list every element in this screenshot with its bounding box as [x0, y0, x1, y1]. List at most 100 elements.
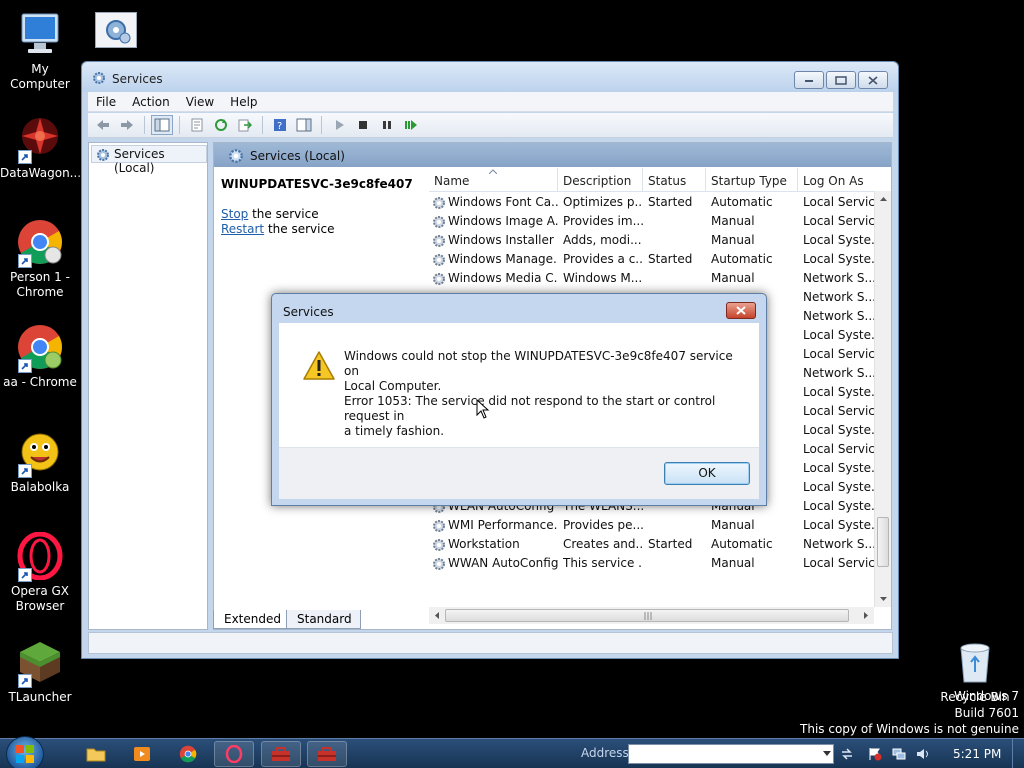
menu-help[interactable]: Help	[222, 95, 265, 109]
network-icon[interactable]	[892, 747, 906, 761]
table-row[interactable]: Workstation Creates and... Started Automati…	[429, 535, 879, 554]
tree-item-label: Services (Local)	[114, 147, 165, 175]
cell-logon: Local Syste...	[803, 423, 879, 437]
show-hide-action-pane-icon[interactable]	[293, 115, 315, 135]
chevron-down-icon[interactable]	[823, 751, 831, 756]
table-row[interactable]: WMI Performance... Provides pe... Manual Lo…	[429, 516, 879, 535]
start-service-icon[interactable]	[328, 115, 350, 135]
desktop-icon-opera-gx[interactable]: Opera GX Browser	[0, 531, 80, 614]
column-header-description[interactable]: Description	[558, 168, 643, 192]
address-input[interactable]	[628, 744, 834, 764]
go-arrows-icon[interactable]	[840, 747, 854, 761]
service-gear-icon	[432, 234, 446, 247]
window-titlebar[interactable]: Services	[82, 62, 898, 92]
chrome-icon	[179, 745, 197, 763]
dialog-close-button[interactable]	[726, 302, 756, 319]
dialog-body: Windows could not stop the WINUPDATESVC-…	[279, 323, 759, 447]
stop-link[interactable]: Stop	[221, 207, 248, 221]
column-header-startup-type[interactable]: Startup Type	[706, 168, 798, 192]
forward-icon[interactable]	[116, 115, 138, 135]
tab-standard[interactable]: Standard	[286, 610, 361, 629]
table-row[interactable]: Windows Installer Adds, modi... Manual Loca…	[429, 231, 879, 250]
close-button[interactable]	[858, 71, 888, 89]
start-button[interactable]	[6, 736, 44, 768]
scroll-left-icon[interactable]	[430, 608, 444, 623]
cell-name: Windows Manage...	[429, 252, 558, 266]
desktop-icon-aa-chrome[interactable]: aa - Chrome	[0, 323, 80, 390]
taskbar-chrome[interactable]	[168, 741, 208, 767]
menu-view[interactable]: View	[178, 95, 222, 109]
menu-action[interactable]: Action	[124, 95, 178, 109]
cell-name: WMI Performance...	[429, 518, 558, 532]
shortcut-arrow-icon	[18, 464, 32, 478]
view-tabs: Extended Standard	[213, 610, 361, 630]
table-row[interactable]: Windows Image A... Provides im... Manual Lo…	[429, 212, 879, 231]
table-row[interactable]: Windows Font Ca... Optimizes p... Started A…	[429, 193, 879, 212]
dialog-footer: OK	[279, 447, 759, 499]
taskbar-services-1[interactable]	[261, 741, 301, 767]
desktop-icon-my-computer[interactable]: My Computer	[0, 10, 80, 92]
cell-name: Workstation	[429, 537, 558, 551]
volume-icon[interactable]	[916, 747, 930, 761]
menu-file[interactable]: File	[88, 95, 124, 109]
column-header-name[interactable]: Name	[429, 168, 558, 192]
desktop-icon-balabolka[interactable]: Balabolka	[0, 428, 80, 495]
tree-item-services-local[interactable]: Services (Local)	[91, 145, 207, 175]
desktop-icon-person1-chrome[interactable]: Person 1 - Chrome	[0, 218, 80, 300]
grass-block-icon	[16, 638, 64, 688]
cell-startup: Manual	[711, 556, 755, 570]
desktop-icon-settings-shortcut[interactable]	[76, 12, 156, 52]
export-list-icon[interactable]	[234, 115, 256, 135]
desktop-icon-tlauncher[interactable]: TLauncher	[0, 638, 80, 705]
cell-name: Windows Media C...	[429, 271, 558, 285]
restart-link[interactable]: Restart	[221, 222, 264, 236]
vertical-scroll-thumb[interactable]	[877, 517, 889, 567]
help-icon[interactable]: ?	[269, 115, 291, 135]
console-tree-icon[interactable]	[151, 115, 173, 135]
console-tree-pane: Services (Local)	[88, 142, 208, 630]
taskbar-services-2[interactable]	[307, 741, 347, 767]
taskbar: Address 5:21 PM	[0, 736, 1024, 768]
ok-button[interactable]: OK	[664, 462, 750, 485]
cell-status: Started	[648, 537, 693, 551]
pause-service-icon[interactable]	[376, 115, 398, 135]
minimize-button[interactable]	[794, 71, 824, 89]
taskbar-explorer[interactable]	[76, 741, 116, 767]
table-row[interactable]: Windows Media C... Windows M... Manual Netw…	[429, 269, 879, 288]
cell-logon: Network S...	[803, 537, 876, 551]
horizontal-scroll-thumb[interactable]	[445, 609, 849, 622]
horizontal-scrollbar[interactable]	[429, 607, 874, 624]
tab-extended[interactable]: Extended	[213, 610, 290, 629]
warning-icon	[303, 351, 335, 380]
desktop-icon-datawagon[interactable]: DataWagon...	[0, 114, 81, 181]
back-icon[interactable]	[92, 115, 114, 135]
scroll-up-icon[interactable]	[876, 192, 891, 206]
gear-icon	[95, 12, 137, 48]
maximize-button[interactable]	[826, 71, 856, 89]
service-gear-icon	[432, 253, 446, 266]
toolbox-icon	[318, 747, 336, 761]
shortcut-arrow-icon	[18, 150, 32, 164]
stop-service-icon[interactable]	[352, 115, 374, 135]
not-genuine-watermark: This copy of Windows is not genuine	[800, 722, 1019, 736]
taskbar-media-player[interactable]	[122, 741, 162, 767]
cell-startup: Automatic	[711, 537, 773, 551]
cell-logon: Network S...	[803, 290, 876, 304]
column-header-status[interactable]: Status	[643, 168, 706, 192]
scroll-right-icon[interactable]	[859, 608, 873, 623]
scroll-down-icon[interactable]	[876, 592, 891, 606]
restart-service-icon[interactable]	[400, 115, 422, 135]
cell-logon: Local Syste...	[803, 499, 879, 513]
action-center-flag-icon[interactable]	[868, 747, 882, 761]
show-desktop-button[interactable]	[1012, 739, 1024, 768]
table-row[interactable]: Windows Manage... Provides a c... Started A…	[429, 250, 879, 269]
cell-logon: Local Service	[803, 556, 879, 570]
vertical-scrollbar[interactable]	[874, 191, 891, 607]
clock[interactable]: 5:21 PM	[953, 747, 1001, 761]
table-row[interactable]: WWAN AutoConfig This service ... Manual Loc…	[429, 554, 879, 573]
properties-icon[interactable]	[186, 115, 208, 135]
refresh-icon[interactable]	[210, 115, 232, 135]
desktop-icon-label: Balabolka	[10, 480, 70, 494]
taskbar-opera-gx[interactable]	[214, 741, 254, 767]
column-header-log-on-as[interactable]: Log On As	[798, 168, 879, 192]
